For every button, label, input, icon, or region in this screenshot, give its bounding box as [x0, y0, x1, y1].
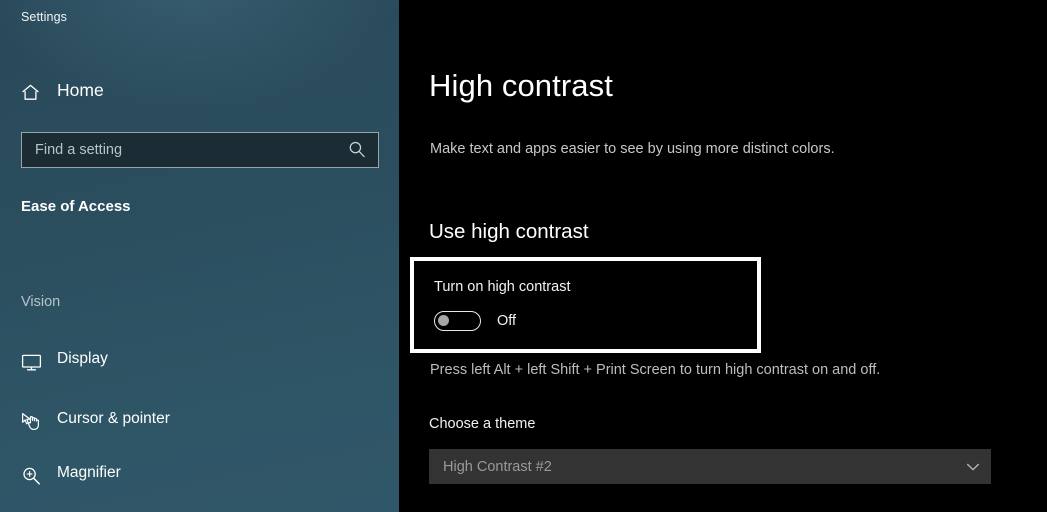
- toggle-row: Off: [434, 311, 516, 331]
- sidebar-item-display[interactable]: Display: [0, 342, 399, 382]
- toggle-knob: [438, 315, 450, 327]
- chevron-down-icon[interactable]: [956, 459, 990, 475]
- sidebar-item-home-label: Home: [57, 80, 104, 100]
- theme-dropdown-value: High Contrast #2: [443, 458, 552, 475]
- shortcut-hint: Press left Alt + left Shift + Print Scre…: [430, 362, 881, 378]
- toggle-state-label: Off: [497, 313, 517, 329]
- home-icon: [21, 83, 40, 102]
- sidebar-app-name: Ease of Access: [21, 198, 131, 215]
- section-heading: Use high contrast: [429, 220, 589, 243]
- window-title: Settings: [21, 10, 67, 24]
- theme-dropdown[interactable]: High Contrast #2: [429, 449, 991, 484]
- sidebar: Settings Home Ease of Access Vision: [0, 0, 399, 512]
- page-title: High contrast: [429, 68, 613, 103]
- sidebar-item-cursor-pointer-label: Cursor & pointer: [57, 410, 170, 427]
- toggle-caption: Turn on high contrast: [434, 279, 571, 295]
- sidebar-item-magnifier[interactable]: Magnifier: [0, 456, 399, 496]
- high-contrast-toggle-group: Turn on high contrast Off: [410, 257, 761, 353]
- content-pane: High contrast Make text and apps easier …: [399, 0, 1047, 512]
- sidebar-item-home[interactable]: Home: [0, 74, 399, 110]
- sidebar-item-magnifier-label: Magnifier: [57, 464, 121, 481]
- high-contrast-toggle[interactable]: [434, 311, 481, 331]
- settings-window: Settings Home Ease of Access Vision: [0, 0, 1047, 512]
- search-input[interactable]: [22, 133, 344, 167]
- magnifier-icon: [21, 466, 42, 487]
- search-box[interactable]: [21, 132, 379, 168]
- cursor-pointer-icon: [21, 412, 42, 433]
- theme-field-label: Choose a theme: [429, 416, 536, 432]
- monitor-icon: [21, 352, 42, 373]
- sidebar-item-display-label: Display: [57, 350, 108, 367]
- page-subtitle: Make text and apps easier to see by usin…: [430, 141, 835, 157]
- sidebar-item-cursor-pointer[interactable]: Cursor & pointer: [0, 402, 399, 442]
- search-icon[interactable]: [344, 133, 370, 167]
- sidebar-group-vision: Vision: [21, 294, 61, 310]
